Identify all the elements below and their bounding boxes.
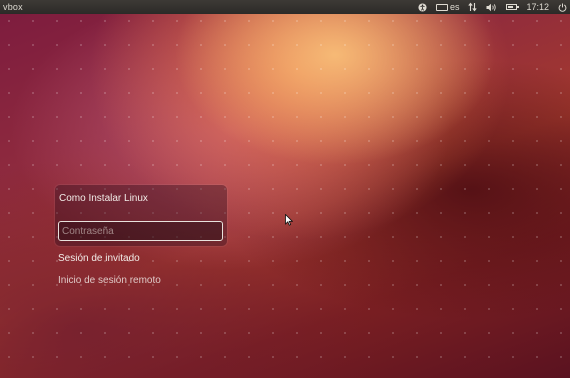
login-screen: vbox es 17:12 Como Instalar Linux Sesión… [0,0,570,378]
user-name-label[interactable]: Como Instalar Linux [59,193,148,204]
keyboard-layout-label: es [449,2,460,12]
battery-indicator[interactable] [506,0,520,14]
hostname-label: vbox [3,2,23,12]
keyboard-indicator[interactable]: es [435,0,460,14]
battery-icon [506,4,520,10]
remote-login-option[interactable]: Inicio de sesión remoto [58,275,161,286]
network-icon[interactable] [468,0,478,14]
battery-level-fill [508,6,514,8]
accessibility-icon[interactable] [418,0,427,14]
mouse-pointer-icon [285,214,293,226]
clock[interactable]: 17:12 [526,0,549,14]
login-panel: Como Instalar Linux [55,185,227,246]
keyboard-icon [435,3,448,11]
password-input[interactable] [58,221,223,241]
indicator-area: es 17:12 [418,0,567,14]
guest-session-option[interactable]: Sesión de invitado [58,253,140,264]
top-panel: vbox es 17:12 [0,0,570,14]
volume-icon[interactable] [486,0,497,14]
power-icon[interactable] [558,0,567,14]
